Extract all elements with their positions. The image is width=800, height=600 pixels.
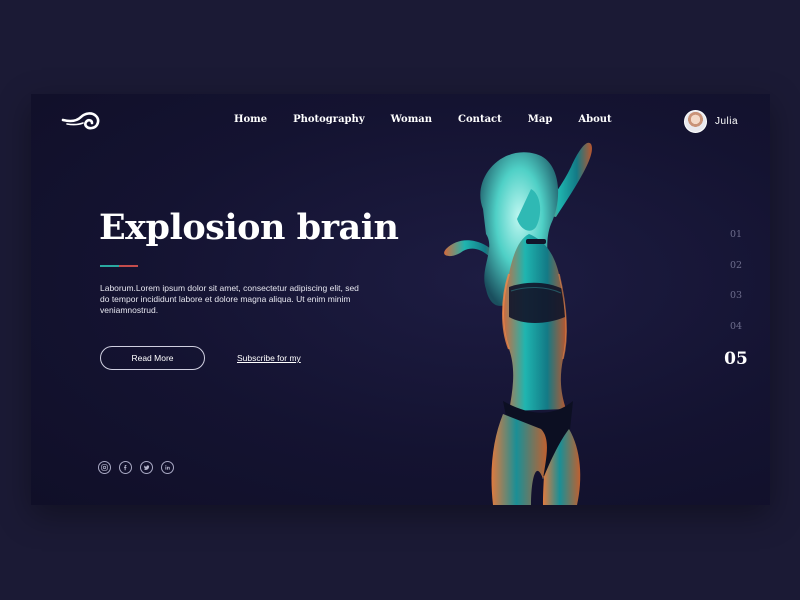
nav-map[interactable]: Map (528, 114, 553, 125)
page-03[interactable]: 03 (724, 290, 748, 321)
page-01[interactable]: 01 (724, 229, 748, 260)
page-04[interactable]: 04 (724, 321, 748, 352)
nav-photography[interactable]: Photography (293, 114, 365, 125)
nav-contact[interactable]: Contact (458, 114, 502, 125)
subscribe-link[interactable]: Subscribe for my (237, 353, 301, 363)
page-02[interactable]: 02 (724, 260, 748, 291)
user-name: Julia (715, 116, 739, 127)
hero-title: Explosion brain (99, 207, 399, 248)
nav-woman[interactable]: Woman (391, 114, 432, 125)
main-nav: Home Photography Woman Contact Map About (234, 114, 638, 125)
nav-about[interactable]: About (578, 114, 611, 125)
page-05-active[interactable]: 05 (724, 348, 748, 379)
user-menu[interactable]: Julia (684, 110, 738, 133)
linkedin-icon[interactable] (161, 461, 174, 474)
twitter-icon[interactable] (140, 461, 153, 474)
swirl-logo-icon[interactable] (61, 104, 101, 132)
hero-model-image (444, 142, 592, 505)
read-more-button[interactable]: Read More (100, 346, 205, 370)
hero-description: Laborum.Lorem ipsum dolor sit amet, cons… (100, 283, 359, 315)
nav-home[interactable]: Home (234, 114, 267, 125)
accent-divider (100, 265, 138, 267)
slide-pagination: 01 02 03 04 05 (724, 229, 748, 379)
hero-card: Home Photography Woman Contact Map About… (31, 94, 770, 505)
facebook-icon[interactable] (119, 461, 132, 474)
avatar[interactable] (684, 110, 707, 133)
instagram-icon[interactable] (98, 461, 111, 474)
social-links (98, 461, 174, 474)
